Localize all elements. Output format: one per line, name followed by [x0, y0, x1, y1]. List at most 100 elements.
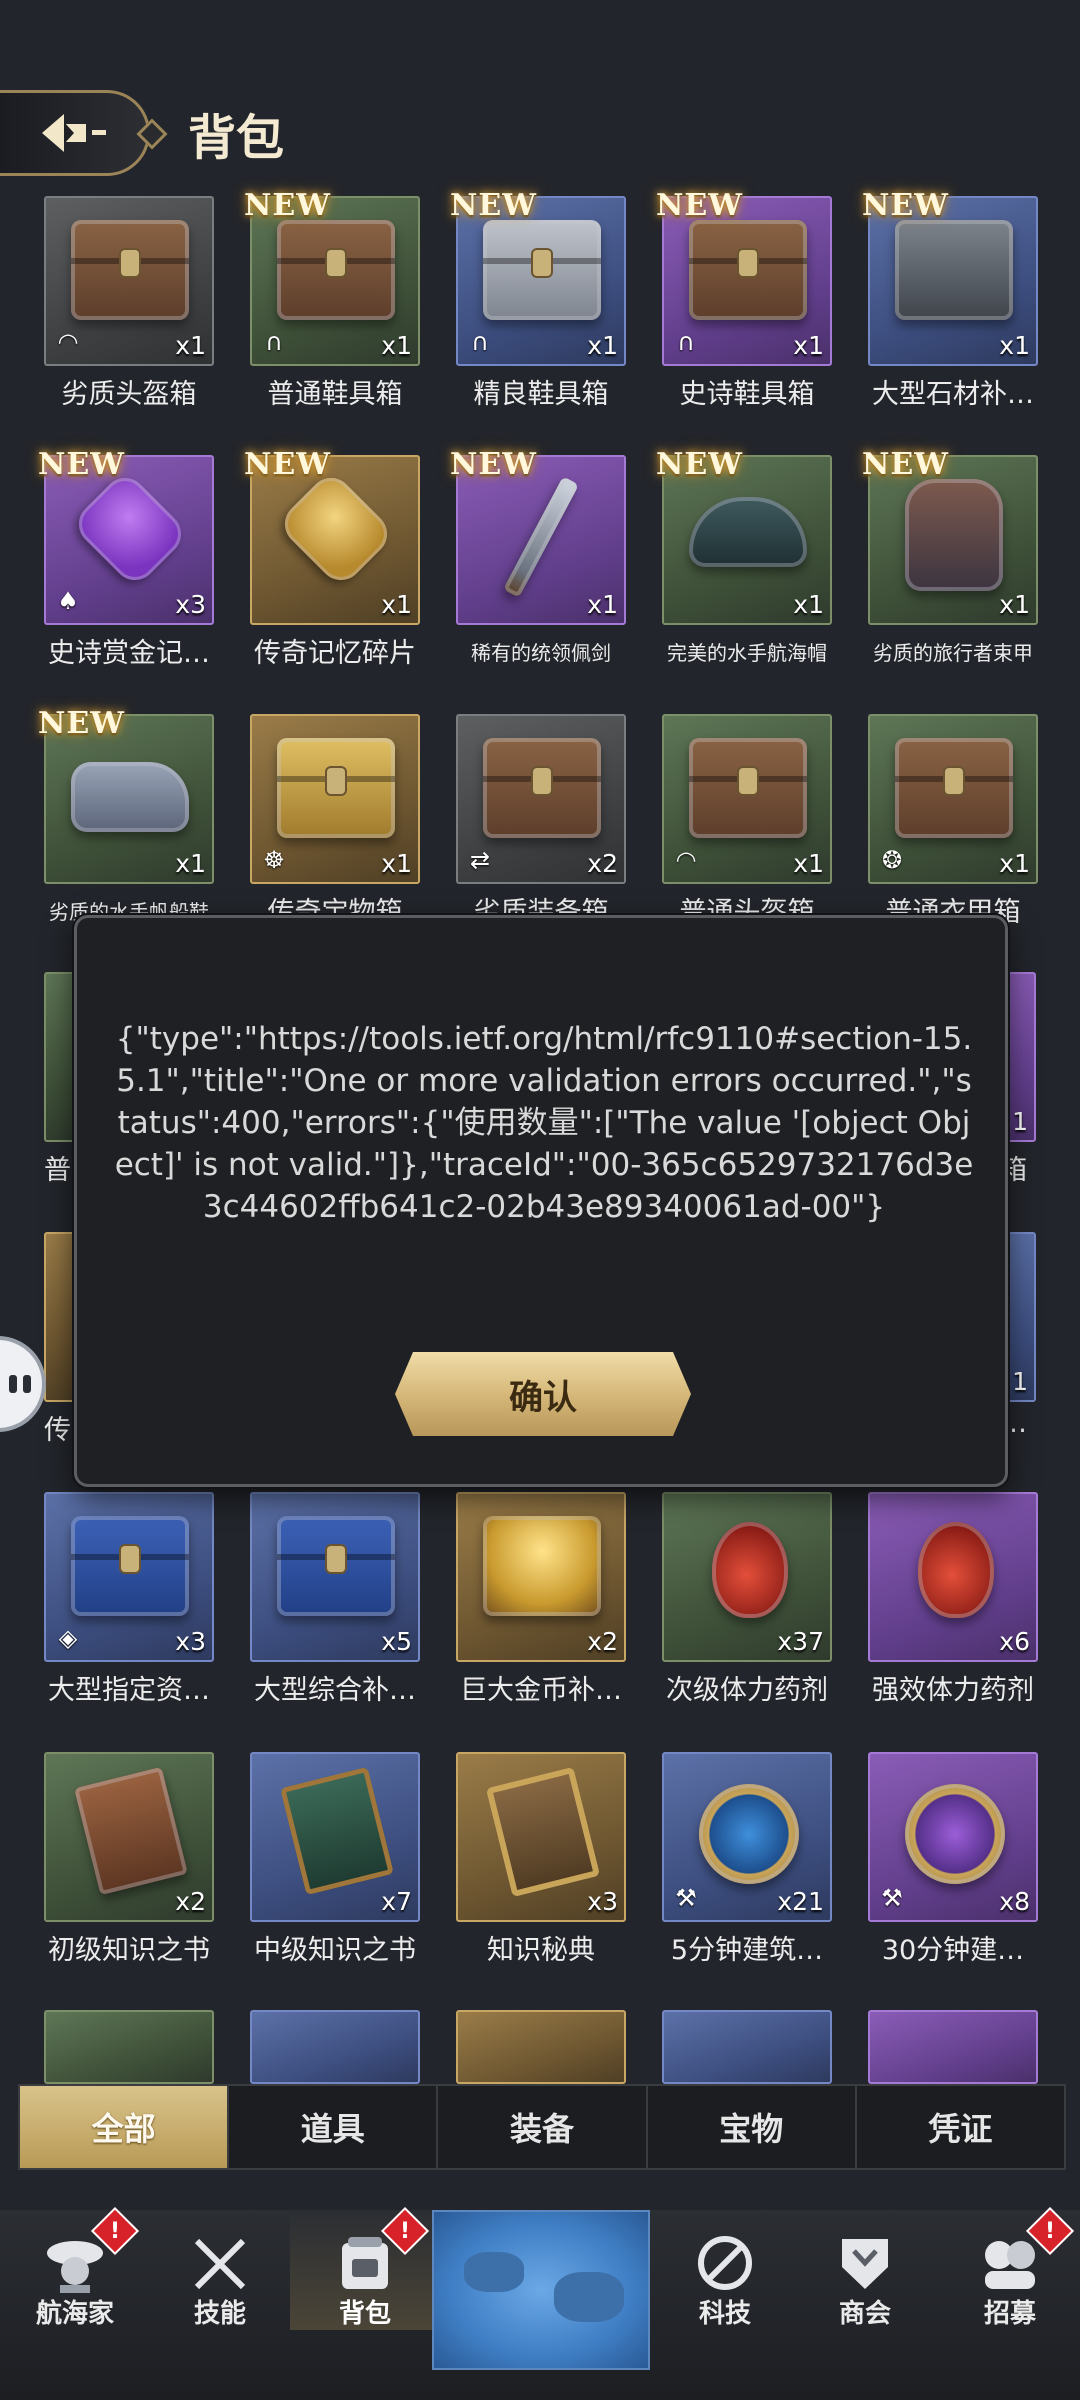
inventory-slot: x5 大型综合补…: [250, 1492, 420, 1706]
nav-label: 科技: [698, 2299, 751, 2329]
item-art: [689, 738, 807, 838]
item-quantity: x37: [777, 1627, 824, 1656]
inventory-item-tile[interactable]: x5: [250, 1492, 420, 1662]
item-quantity: x1: [793, 331, 824, 360]
partial-item-tile[interactable]: [662, 2010, 832, 2084]
new-badge: NEW: [38, 706, 125, 741]
item-quantity: x1: [999, 590, 1030, 619]
category-tabs: 全部 道具 装备 宝物 凭证: [18, 2084, 1066, 2170]
inventory-item-tile[interactable]: ◠ x1: [44, 196, 214, 366]
item-name: 劣质头盔箱: [61, 379, 197, 410]
inventory-item-tile[interactable]: ❂ x1: [868, 714, 1038, 884]
crossed-swords-icon: [194, 2238, 246, 2290]
tab-voucher[interactable]: 凭证: [857, 2086, 1064, 2168]
boots-icon: ∩: [265, 328, 283, 356]
boots-icon: ∩: [471, 328, 489, 356]
partial-item-tile[interactable]: [456, 2010, 626, 2084]
item-name: 完美的水手航海帽: [667, 641, 827, 665]
tab-props[interactable]: 道具: [229, 2086, 439, 2168]
inventory-item-tile[interactable]: x2: [44, 1752, 214, 1922]
item-quantity: x6: [999, 1627, 1030, 1656]
inventory-slot: x37 次级体力药剂: [662, 1492, 832, 1706]
partial-item-tile[interactable]: [868, 2010, 1038, 2084]
item-art: [71, 762, 189, 832]
partial-item-tile[interactable]: [250, 2010, 420, 2084]
inventory-item-tile[interactable]: ◠ x1: [662, 714, 832, 884]
item-name: 史诗鞋具箱: [679, 379, 815, 410]
nav-skills[interactable]: 技能: [145, 2210, 295, 2330]
item-quantity: x8: [999, 1887, 1030, 1916]
item-quantity: x3: [587, 1887, 618, 1916]
handle-dot: [9, 1375, 17, 1393]
world-map-button[interactable]: [432, 2210, 650, 2370]
item-art: [483, 738, 601, 838]
helmet-icon: ◠: [675, 846, 697, 874]
nav-guild[interactable]: 商会: [790, 2210, 940, 2330]
inventory-slot: ♠ x3 NEW 史诗赏金记…: [38, 447, 214, 669]
error-message: {"type":"https://tools.ietf.org/html/rfc…: [114, 1021, 974, 1225]
nav-backpack[interactable]: 背包 !: [290, 2206, 440, 2330]
item-name: 传奇记忆碎片: [254, 638, 416, 669]
item-quantity: x2: [175, 1887, 206, 1916]
back-button[interactable]: [0, 90, 168, 176]
handle-dot: [23, 1375, 31, 1393]
tab-treasure[interactable]: 宝物: [648, 2086, 857, 2168]
inventory-item-tile[interactable]: x6: [868, 1492, 1038, 1662]
item-art: [895, 220, 1013, 320]
error-dialog: {"type":"https://tools.ietf.org/html/rfc…: [74, 915, 1008, 1487]
inventory-slot: ❂ x1 普通衣甲箱: [868, 714, 1038, 928]
inventory-item-tile[interactable]: x3: [456, 1752, 626, 1922]
inventory-item-tile[interactable]: x2: [456, 1492, 626, 1662]
inventory-item-tile[interactable]: ⇄ x2: [456, 714, 626, 884]
hammer-icon: ⚒: [675, 1884, 697, 1912]
inventory-slot: ⇄ x2 劣质装备箱: [456, 714, 626, 928]
inventory-item-tile[interactable]: ⚒ x21: [662, 1752, 832, 1922]
item-name: 稀有的统领佩剑: [471, 641, 611, 665]
header-bar: 背包: [0, 80, 1080, 190]
nav-navigator[interactable]: 航海家 !: [0, 2206, 150, 2330]
floating-side-handle[interactable]: [0, 1336, 46, 1432]
inventory-item-tile[interactable]: x37: [662, 1492, 832, 1662]
item-quantity: x5: [381, 1627, 412, 1656]
inventory-item-tile[interactable]: ⚒ x8: [868, 1752, 1038, 1922]
nav-recruit[interactable]: 招募 !: [935, 2206, 1080, 2330]
back-button-gem: [136, 118, 168, 150]
inventory-slot: x2 巨大金币补…: [456, 1492, 626, 1706]
inventory-slot: ◠ x1 普通头盔箱: [662, 714, 832, 928]
item-quantity: x1: [381, 849, 412, 878]
inventory-item-tile[interactable]: x7: [250, 1752, 420, 1922]
item-art: [503, 476, 579, 598]
partial-item-tile[interactable]: [44, 2010, 214, 2084]
confirm-button[interactable]: 确认: [395, 1352, 691, 1436]
inventory-slot: ∩ x1 NEW 精良鞋具箱: [450, 188, 626, 410]
tech-compass-icon: [698, 2236, 752, 2290]
item-name: 次级体力药剂: [666, 1675, 828, 1706]
nav-tech[interactable]: 科技: [650, 2210, 800, 2330]
alert-mark: !: [399, 2218, 411, 2244]
new-badge: NEW: [656, 188, 743, 223]
armor-icon: ❂: [881, 846, 903, 874]
tab-all[interactable]: 全部: [20, 2086, 230, 2168]
item-name: 精良鞋具箱: [473, 379, 609, 410]
inventory-slot: ∩ x1 NEW 普通鞋具箱: [244, 188, 420, 410]
new-badge: NEW: [656, 447, 743, 482]
inventory-item-tile[interactable]: ◈ x3: [44, 1492, 214, 1662]
new-badge: NEW: [244, 188, 331, 223]
helmet-icon: ◠: [57, 328, 79, 356]
alert-mark: !: [109, 2218, 121, 2244]
item-art: [277, 738, 395, 838]
item-art: [69, 468, 191, 590]
item-name: 初级知识之书: [48, 1935, 210, 1966]
nav-label: 招募: [983, 2299, 1036, 2329]
item-art: [905, 1784, 1005, 1884]
inventory-item-tile[interactable]: ☸ x1: [250, 714, 420, 884]
item-quantity: x2: [587, 849, 618, 878]
inventory-slot: x6 强效体力药剂: [868, 1492, 1038, 1706]
alert-mark: !: [1044, 2218, 1056, 2244]
item-art: [485, 1766, 601, 1898]
nav-label: 技能: [193, 2299, 246, 2329]
item-quantity: x3: [175, 1627, 206, 1656]
shield-icon: ◈: [58, 1624, 78, 1652]
back-arrow-icon: [41, 114, 106, 152]
tab-equipment[interactable]: 装备: [438, 2086, 648, 2168]
